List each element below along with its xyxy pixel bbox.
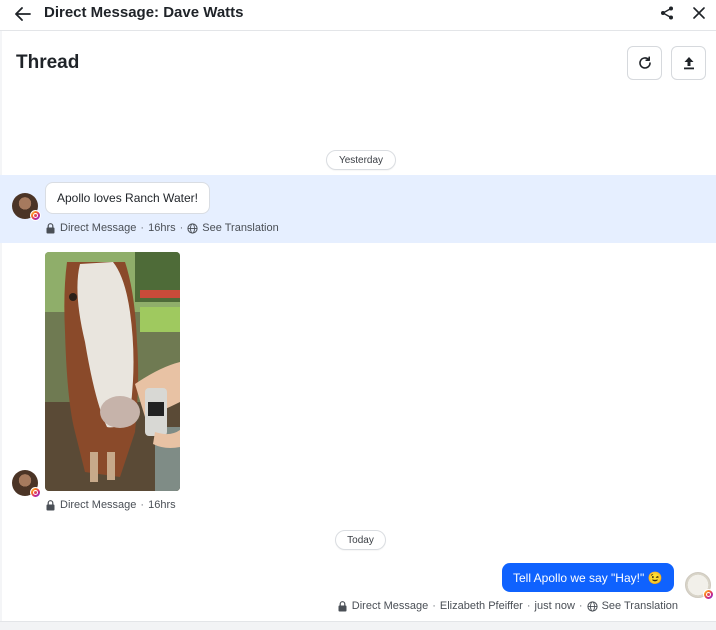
message-time: just now <box>534 600 575 612</box>
horse-photo[interactable] <box>45 252 180 491</box>
lock-icon <box>337 600 348 612</box>
message-time: 16hrs <box>148 222 176 234</box>
message-channel: Direct Message <box>60 499 137 511</box>
refresh-icon <box>638 56 651 69</box>
arrow-left-icon <box>15 7 31 21</box>
left-edge-divider <box>0 31 2 621</box>
message-time: 16hrs <box>148 499 176 511</box>
message-author: Elizabeth Pfeiffer <box>439 600 523 612</box>
instagram-icon <box>30 210 41 221</box>
separator: · <box>179 222 184 234</box>
message-bubble[interactable]: Apollo loves Ranch Water! <box>45 182 210 214</box>
see-translation-link[interactable]: See Translation <box>602 600 678 612</box>
avatar[interactable] <box>12 193 41 221</box>
share-button[interactable] <box>657 3 677 23</box>
thread-title: Thread <box>16 52 80 73</box>
message-channel: Direct Message <box>351 600 429 612</box>
see-translation-link[interactable]: See Translation <box>202 222 278 234</box>
message-channel: Direct Message <box>60 222 137 234</box>
composer-edge <box>0 621 716 630</box>
header-bar: Direct Message: Dave Watts <box>0 0 716 31</box>
brand-avatar[interactable] <box>685 572 714 600</box>
message-meta: Direct Message · Elizabeth Pfeiffer · ju… <box>337 600 678 612</box>
separator: · <box>432 600 436 612</box>
separator: · <box>140 499 145 511</box>
message-bubble-outgoing[interactable]: Tell Apollo we say "Hay!" 😉 <box>502 563 674 592</box>
lock-icon <box>45 499 56 511</box>
separator: · <box>140 222 145 234</box>
refresh-button[interactable] <box>627 46 662 80</box>
separator: · <box>578 600 583 612</box>
instagram-icon <box>30 487 41 498</box>
avatar[interactable] <box>12 470 41 498</box>
separator: · <box>526 600 531 612</box>
message-meta: Direct Message · 16hrs <box>45 499 176 511</box>
globe-icon <box>187 222 198 234</box>
date-divider-yesterday: Yesterday <box>326 150 396 170</box>
message-meta: Direct Message · 16hrs · See Translation <box>45 222 279 234</box>
export-button[interactable] <box>671 46 706 80</box>
globe-icon <box>586 600 598 612</box>
share-icon <box>661 6 673 20</box>
close-button[interactable] <box>689 3 709 23</box>
upload-icon <box>683 57 694 70</box>
back-button[interactable] <box>12 3 34 25</box>
photo-image <box>45 252 180 491</box>
close-icon <box>693 7 705 19</box>
date-divider-today: Today <box>335 530 386 550</box>
page-title: Direct Message: Dave Watts <box>44 4 244 21</box>
lock-icon <box>45 222 56 234</box>
instagram-icon <box>703 589 714 600</box>
